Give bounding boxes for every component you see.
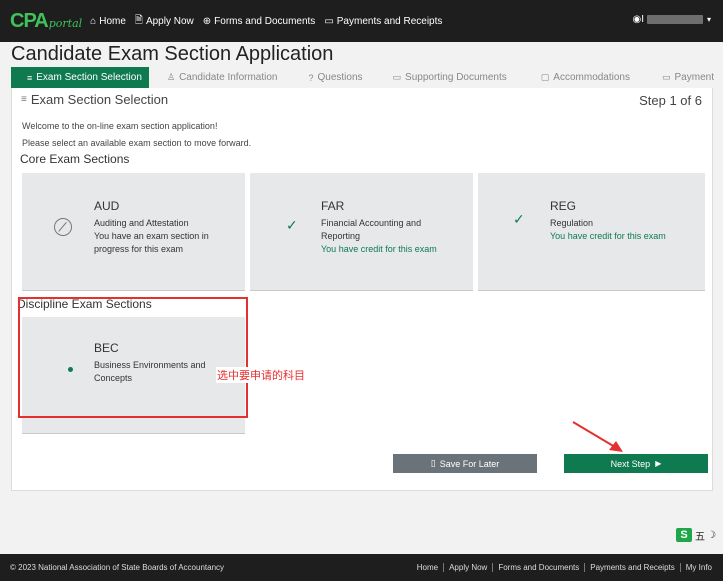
exam-description: Financial Accounting and Reporting You h…	[321, 217, 471, 256]
nav-payments-receipts[interactable]: ▭ Payments and Receipts	[324, 13, 442, 30]
footer-links: Home Apply Now Forms and Documents Payme…	[412, 554, 717, 581]
person-icon: ♙	[167, 72, 176, 82]
exam-code: REG	[550, 199, 577, 213]
nav-forms-documents-label: Forms and Documents	[214, 15, 316, 27]
exam-description: Auditing and Attestation You have an exa…	[94, 217, 244, 256]
nav-home[interactable]: ⌂ Home	[90, 13, 126, 30]
redacted-username	[646, 15, 703, 24]
exam-name: Financial Accounting and	[321, 218, 422, 228]
user-menu[interactable]: ◉ I ▾	[632, 14, 711, 25]
exam-name: Auditing and Attestation	[94, 218, 189, 228]
nav-forms-documents[interactable]: ⊕ Forms and Documents	[203, 13, 316, 30]
section-heading-text: Exam Section Selection	[30, 92, 169, 107]
tab-label: Candidate Information	[179, 72, 278, 83]
bookmark-icon: ▯	[430, 458, 436, 468]
list-icon: ≡	[27, 72, 33, 83]
exam-code: AUD	[94, 199, 120, 213]
document-icon: 🗎	[134, 14, 143, 26]
tab-label: Payment	[674, 72, 714, 83]
ime-badge-icon: S	[676, 528, 692, 542]
exam-description: Regulation You have credit for this exam	[550, 217, 700, 243]
tab-label: Exam Section Selection	[36, 72, 142, 83]
chevron-down-icon: ▾	[706, 15, 711, 24]
copyright-text: © 2023 National Association of State Boa…	[10, 563, 225, 572]
home-icon: ⌂	[90, 15, 97, 27]
exam-name: Regulation	[550, 218, 594, 228]
exam-tile-far[interactable]: ✓ FAR Financial Accounting and Reporting…	[250, 173, 473, 291]
check-icon: ✓	[513, 211, 525, 227]
tab-label: Questions	[317, 72, 363, 83]
nav-home-label: Home	[99, 15, 126, 27]
exam-status-line: progress for this exam	[94, 244, 184, 254]
tab-questions[interactable]: ? Questions	[308, 67, 362, 88]
ime-mode: 五	[695, 531, 705, 543]
tab-exam-section-selection[interactable]: ≡ Exam Section Selection	[11, 67, 149, 88]
footer-link-home[interactable]: Home	[412, 563, 443, 572]
step-indicator: Step 1 of 6	[639, 93, 702, 108]
exam-name-cont: Reporting	[321, 231, 361, 241]
welcome-text: Welcome to the on-line exam section appl…	[22, 121, 218, 131]
annotation-label: 选中要申请的科目	[216, 367, 306, 383]
ime-indicator[interactable]: S 五 ☽	[676, 527, 723, 543]
tab-supporting-documents[interactable]: ▭ Supporting Documents	[393, 67, 507, 88]
play-arrow-icon: ▶	[655, 459, 662, 468]
top-nav-bar: CPA portal ⌂ Home 🗎 Apply Now ⊕ Forms an…	[0, 0, 723, 42]
folder-icon: ▭	[392, 72, 402, 82]
exam-status-line: You have an exam section in	[94, 231, 209, 241]
tab-candidate-information[interactable]: ♙ Candidate Information	[167, 67, 277, 88]
exam-tile-reg[interactable]: ✓ REG Regulation You have credit for thi…	[478, 173, 705, 291]
annotation-highlight-box	[18, 297, 248, 418]
blocked-icon	[54, 218, 72, 236]
exam-tile-aud[interactable]: AUD Auditing and Attestation You have an…	[22, 173, 245, 291]
user-initial: I	[641, 14, 644, 25]
instruction-text: Please select an available exam section …	[22, 138, 252, 148]
moon-icon: ☽	[707, 529, 716, 541]
tab-payment[interactable]: ▭ Payment	[662, 67, 714, 88]
footer-link-forms-documents[interactable]: Forms and Documents	[492, 563, 584, 572]
exam-code: FAR	[321, 199, 345, 213]
footer: © 2023 National Association of State Boa…	[0, 554, 723, 581]
nav-apply-now[interactable]: 🗎 Apply Now	[135, 13, 194, 30]
nav-apply-now-label: Apply Now	[145, 15, 194, 27]
clipboard-icon: ▢	[540, 72, 550, 82]
page-title: Candidate Exam Section Application	[11, 43, 334, 65]
save-button-label: Save For Later	[439, 458, 500, 469]
list-icon: ≡	[21, 94, 27, 105]
tab-label: Supporting Documents	[405, 72, 507, 83]
wizard-tabs: ≡ Exam Section Selection ♙ Candidate Inf…	[11, 67, 714, 88]
nav-payments-receipts-label: Payments and Receipts	[336, 15, 443, 27]
card-icon: ▭	[324, 15, 334, 27]
exam-status: You have credit for this exam	[321, 244, 437, 254]
annotation-arrow-icon	[572, 421, 623, 452]
save-for-later-button[interactable]: ▯ Save For Later	[393, 454, 537, 473]
logo-cpa-text: CPA	[10, 9, 49, 32]
section-heading: ≡ Exam Section Selection	[21, 92, 168, 107]
footer-link-apply-now[interactable]: Apply Now	[443, 563, 492, 572]
exam-status: You have credit for this exam	[550, 231, 666, 241]
next-step-button[interactable]: Next Step ▶	[564, 454, 708, 473]
tab-label: Accommodations	[553, 72, 630, 83]
question-icon: ?	[308, 72, 314, 83]
core-sections-title: Core Exam Sections	[20, 152, 130, 166]
logo-portal-text: portal	[48, 16, 83, 30]
main-nav: ⌂ Home 🗎 Apply Now ⊕ Forms and Documents…	[90, 13, 451, 30]
footer-link-my-info[interactable]: My Info	[679, 563, 717, 572]
user-icon: ◉	[632, 14, 642, 25]
next-button-label: Next Step	[610, 458, 651, 469]
card-icon: ▭	[662, 72, 671, 82]
tab-accommodations[interactable]: ▢ Accommodations	[541, 67, 630, 88]
globe-icon: ⊕	[202, 15, 212, 27]
footer-link-payments-receipts[interactable]: Payments and Receipts	[584, 563, 680, 572]
check-icon: ✓	[286, 217, 298, 233]
cpa-portal-logo[interactable]: CPA portal	[10, 10, 82, 33]
